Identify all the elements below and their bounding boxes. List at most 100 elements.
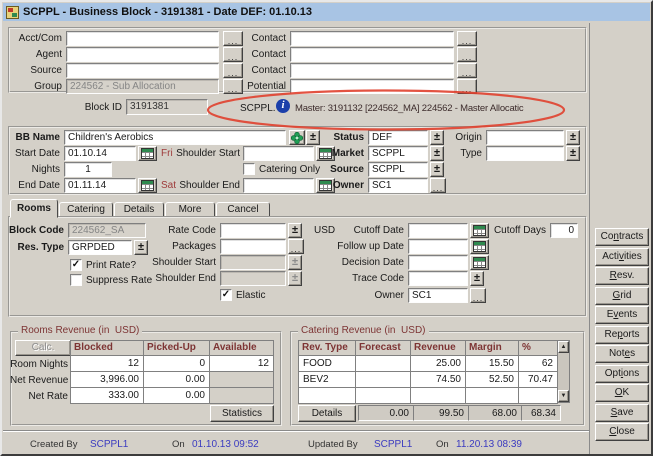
info-icon[interactable]: i — [276, 99, 290, 113]
market-field[interactable]: SCPPL — [368, 146, 428, 161]
contracts-button[interactable]: Contracts — [595, 228, 649, 246]
packages-lookup-button[interactable]: ... — [288, 239, 304, 254]
bev2-percent: 70.47 — [518, 371, 558, 388]
net-rate-picked-up: 0.00 — [143, 387, 210, 404]
group-label: Group — [10, 79, 62, 94]
resv-button[interactable]: Resv. — [595, 267, 649, 285]
room-nights-available: 12 — [209, 355, 274, 372]
print-rate-checkbox[interactable] — [70, 259, 82, 271]
cutoff-date-calendar-button[interactable] — [470, 223, 489, 238]
calendar-icon — [473, 225, 486, 236]
owner-field[interactable]: SC1 — [368, 178, 428, 193]
source-dropdown-button[interactable]: ± — [430, 162, 444, 177]
bb-name-language-button[interactable] — [289, 130, 305, 145]
cutoff-date-field[interactable] — [408, 223, 468, 238]
trace-code-dropdown-button[interactable]: ± — [470, 271, 484, 286]
room-nights-label: Room Nights — [10, 357, 68, 372]
owner-lookup-button[interactable]: ... — [430, 178, 446, 193]
shoulder-end-field[interactable] — [243, 178, 314, 193]
rt-owner-lookup-button[interactable]: ... — [470, 288, 486, 303]
reports-button[interactable]: Reports — [595, 326, 649, 344]
events-button[interactable]: Events — [595, 306, 649, 324]
calendar-icon — [473, 241, 486, 252]
details-button[interactable]: Details — [298, 405, 356, 422]
elastic-checkbox[interactable] — [220, 289, 232, 301]
catering-row-empty — [298, 387, 558, 404]
nights-field[interactable]: 1 — [64, 162, 112, 177]
rt-shoulder-start-label: Shoulder Start — [142, 255, 216, 270]
tab-catering[interactable]: Catering — [59, 202, 113, 217]
status-label: Status — [308, 130, 364, 145]
market-dropdown-button[interactable]: ± — [430, 146, 444, 161]
rate-code-field[interactable] — [220, 223, 286, 238]
start-date-calendar-button[interactable] — [138, 146, 157, 161]
green-flower-icon — [291, 132, 303, 144]
rate-code-dropdown-button[interactable]: ± — [288, 223, 302, 238]
follow-up-date-calendar-button[interactable] — [470, 239, 489, 254]
contact2-field[interactable] — [290, 47, 454, 62]
status-field[interactable]: DEF — [368, 130, 428, 145]
suppress-rate-checkbox[interactable] — [70, 274, 82, 286]
activities-button[interactable]: Activities — [595, 248, 649, 266]
shoulder-start-field[interactable] — [243, 146, 314, 161]
contact1-field[interactable] — [290, 31, 454, 46]
tab-rooms[interactable]: Rooms — [10, 199, 58, 218]
save-button[interactable]: Save — [595, 404, 649, 422]
contact3-field[interactable] — [290, 63, 454, 78]
decision-date-calendar-button[interactable] — [470, 255, 489, 270]
col-forecast: Forecast — [355, 340, 411, 356]
tab-more[interactable]: More — [165, 202, 215, 217]
status-dropdown-button[interactable]: ± — [430, 130, 444, 145]
group-field: 224562 - Sub Allocation — [66, 79, 219, 94]
follow-up-date-field[interactable] — [408, 239, 468, 254]
calendar-icon — [473, 257, 486, 268]
net-revenue-blocked: 3,996.00 — [70, 371, 144, 388]
cutoff-days-field[interactable]: 0 — [550, 223, 578, 238]
notes-button[interactable]: Notes — [595, 345, 649, 363]
type-field[interactable] — [486, 146, 564, 161]
rooms-revenue-title: Rooms Revenue (in USD) — [18, 325, 142, 337]
bb-name-field[interactable]: Children's Aerobics — [64, 130, 286, 145]
type-dropdown-button[interactable]: ± — [566, 146, 580, 161]
tab-cancel[interactable]: Cancel — [216, 202, 270, 217]
rt-owner-field[interactable]: SC1 — [408, 288, 468, 303]
source-field[interactable] — [66, 63, 219, 78]
decision-date-field[interactable] — [408, 255, 468, 270]
catering-scrollbar[interactable]: ▲ ▼ — [557, 340, 570, 403]
origin-dropdown-button[interactable]: ± — [566, 130, 580, 145]
end-date-calendar-button[interactable] — [138, 178, 157, 193]
scroll-down-icon[interactable]: ▼ — [558, 390, 569, 402]
acct-com-field[interactable] — [66, 31, 219, 46]
block-id-label: Block ID — [70, 100, 122, 115]
grid-button[interactable]: Grid — [595, 287, 649, 305]
contact3-lookup-button[interactable]: ... — [457, 63, 477, 78]
tab-details[interactable]: Details — [114, 202, 164, 217]
potential-lookup-button[interactable]: ... — [457, 79, 477, 94]
rt-shoulder-start-field — [220, 255, 286, 270]
close-button[interactable]: Close — [595, 423, 649, 441]
col-percent: % — [518, 340, 558, 356]
master-block-text: Master: 3191132 [224562_MA] 224562 - Mas… — [295, 101, 523, 116]
packages-field[interactable] — [220, 239, 286, 254]
print-rate-label: Print Rate? — [86, 258, 136, 273]
catering-row-food: FOOD 25.00 15.50 62 — [298, 355, 558, 372]
title-bar[interactable]: SCPPL - Business Block - 3191381 - Date … — [3, 3, 650, 21]
ok-button[interactable]: OK — [595, 384, 649, 402]
source2-field[interactable]: SCPPL — [368, 162, 428, 177]
catering-only-checkbox[interactable] — [243, 163, 255, 175]
rt-shoulder-end-label: Shoulder End — [142, 271, 216, 286]
contact1-lookup-button[interactable]: ... — [457, 31, 477, 46]
contact2-lookup-button[interactable]: ... — [457, 47, 477, 62]
res-type-field[interactable]: GRPDED — [68, 240, 132, 255]
options-button[interactable]: Options — [595, 365, 649, 383]
scroll-up-icon[interactable]: ▲ — [558, 341, 569, 353]
nights-label: Nights — [6, 162, 60, 177]
total-margin: 68.00 — [468, 405, 522, 421]
start-date-field[interactable]: 01.10.14 — [64, 146, 136, 161]
trace-code-field[interactable] — [408, 271, 468, 286]
end-date-field[interactable]: 01.11.14 — [64, 178, 136, 193]
origin-field[interactable] — [486, 130, 564, 145]
agent-field[interactable] — [66, 47, 219, 62]
potential-field[interactable] — [290, 79, 454, 94]
statistics-button[interactable]: Statistics — [210, 405, 274, 422]
